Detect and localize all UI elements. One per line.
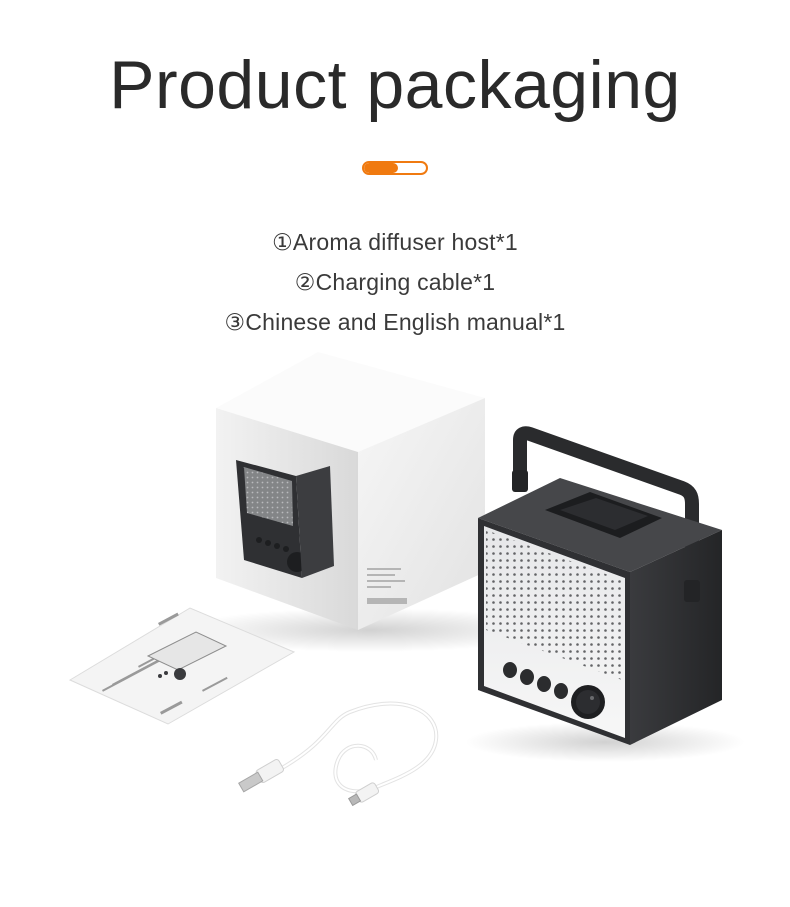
packaging-box	[216, 352, 485, 630]
device-knob	[571, 685, 605, 719]
title-divider	[362, 161, 428, 175]
contents-item-manual: ③Chinese and English manual*1	[224, 309, 566, 335]
package-contents-list: ①Aroma diffuser host*1 ②Charging cable*1…	[0, 222, 790, 342]
page-title: Product packaging	[109, 47, 681, 123]
product-packaging-page: Product packaging ①Aroma diffuser host*1…	[0, 0, 790, 907]
micro-usb-connector	[347, 782, 380, 807]
title-divider-fill	[364, 163, 399, 173]
contents-item-cable: ②Charging cable*1	[294, 269, 496, 295]
charging-cable	[238, 701, 439, 807]
aroma-diffuser-device	[478, 426, 722, 745]
usb-a-connector	[238, 759, 284, 793]
product-photo	[68, 352, 745, 807]
box-print-device	[236, 460, 334, 578]
contents-item-host: ①Aroma diffuser host*1	[272, 229, 518, 255]
